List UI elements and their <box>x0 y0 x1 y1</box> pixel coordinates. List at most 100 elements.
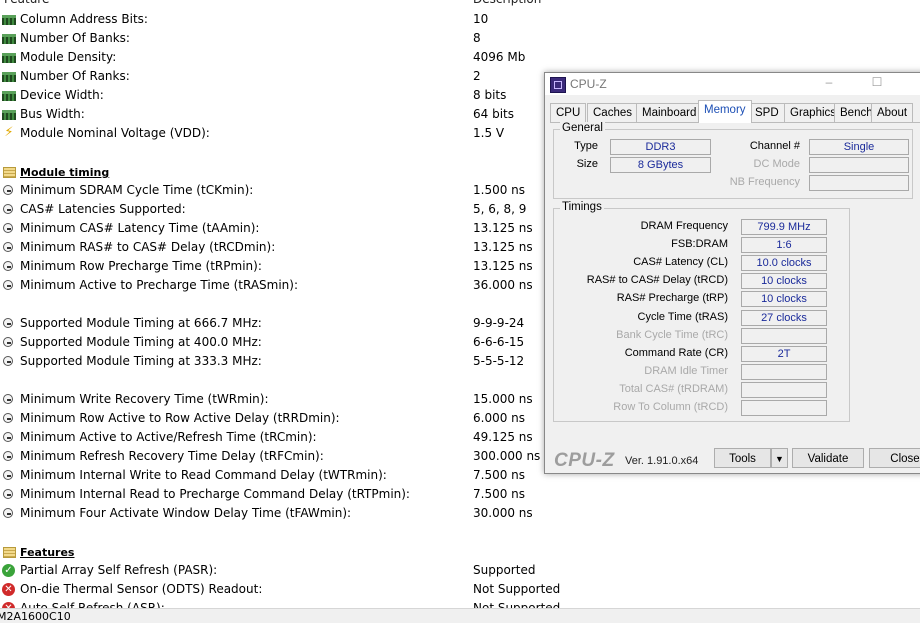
feature-label: Minimum CAS# Latency Time (tAAmin): <box>20 221 260 235</box>
report-row[interactable]: Minimum Row Precharge Time (tRPmin): 13.1… <box>0 257 560 276</box>
feature-label: Column Address Bits: <box>20 12 148 26</box>
report-row[interactable]: Minimum SDRAM Cycle Time (tCKmin): 1.500 … <box>0 181 560 200</box>
tools-button[interactable]: Tools <box>714 448 771 468</box>
tab-cpu[interactable]: CPU <box>550 103 587 122</box>
nb-frequency-field <box>809 175 909 191</box>
report-row[interactable]: Module Density: 4096 Mb <box>0 48 560 67</box>
tab-about[interactable]: About <box>871 103 914 122</box>
section-header[interactable]: Features <box>0 542 560 561</box>
column-header-description[interactable]: Description <box>473 0 541 8</box>
feature-label: Device Width: <box>20 88 104 102</box>
report-row[interactable]: CAS# Latencies Supported: 5, 6, 8, 9 <box>0 200 560 219</box>
report-row[interactable]: Minimum Internal Write to Read Command D… <box>0 466 560 485</box>
feature-value: 5-5-5-12 <box>473 354 525 368</box>
column-header-feature[interactable]: Feature <box>4 0 49 8</box>
feature-label: Minimum Row Active to Row Active Delay (… <box>20 411 340 425</box>
feature-label: Minimum SDRAM Cycle Time (tCKmin): <box>20 183 254 197</box>
minimize-icon[interactable]: – <box>820 75 838 91</box>
report-row[interactable]: ✓ Partial Array Self Refresh (PASR): Suppo… <box>0 561 560 580</box>
report-row[interactable]: Supported Module Timing at 666.7 MHz: 9-9… <box>0 314 560 333</box>
report-row[interactable]: ✕ On-die Thermal Sensor (ODTS) Readout: No… <box>0 580 560 599</box>
feature-value: 7.500 ns <box>473 487 526 501</box>
validate-button[interactable]: Validate <box>792 448 864 468</box>
feature-label: Module Density: <box>20 50 117 64</box>
feature-value: 15.000 ns <box>473 392 533 406</box>
tab-bar: CPU Caches Mainboard Memory SPD Graphics Bench… <box>550 100 920 123</box>
report-row[interactable]: Minimum Four Activate Window Delay Time … <box>0 504 560 523</box>
feature-label: Module Nominal Voltage (VDD): <box>20 126 210 140</box>
maximize-icon[interactable]: ☐ <box>868 75 886 91</box>
feature-label: Number Of Ranks: <box>20 69 130 83</box>
close-icon[interactable]: ✕ <box>915 75 920 91</box>
report-row[interactable]: ⚡ Module Nominal Voltage (VDD): 1.5 V <box>0 124 560 143</box>
timing-label: DRAM Idle Timer <box>644 364 728 377</box>
clock-icon <box>3 223 13 233</box>
report-row[interactable]: Minimum RAS# to CAS# Delay (tRCDmin): 13.… <box>0 238 560 257</box>
report-row[interactable]: Column Address Bits: 10 <box>0 10 560 29</box>
document-icon <box>3 167 16 178</box>
report-row[interactable]: Number Of Ranks: 2 <box>0 67 560 86</box>
feature-label: Supported Module Timing at 666.7 MHz: <box>20 316 262 330</box>
feature-label: Minimum Internal Write to Read Command D… <box>20 468 387 482</box>
feature-label: Supported Module Timing at 333.3 MHz: <box>20 354 262 368</box>
report-row[interactable]: Number Of Banks: 8 <box>0 29 560 48</box>
report-row[interactable]: Device Width: 8 bits <box>0 86 560 105</box>
tools-dropdown-chevron-icon[interactable]: ▼ <box>771 448 788 468</box>
feature-value: 64 bits <box>473 107 514 121</box>
feature-value: 8 bits <box>473 88 507 102</box>
close-button[interactable]: Close <box>869 448 920 468</box>
feature-value: 6-6-6-15 <box>473 335 525 349</box>
report-row[interactable]: Supported Module Timing at 333.3 MHz: 5-5… <box>0 352 560 371</box>
timing-label: Cycle Time (tRAS) <box>637 310 728 323</box>
feature-value: 2 <box>473 69 481 83</box>
clock-icon <box>3 470 13 480</box>
ram-module-icon <box>2 72 16 82</box>
report-row[interactable]: Minimum Active to Active/Refresh Time (t… <box>0 428 560 447</box>
tab-spd[interactable]: SPD <box>749 103 785 122</box>
window-title: CPU-Z <box>570 77 607 91</box>
clock-icon <box>3 451 13 461</box>
report-row[interactable]: Bus Width: 64 bits <box>0 105 560 124</box>
timing-value-field: 799.9 MHz <box>741 219 827 235</box>
tab-memory[interactable]: Memory <box>698 100 752 123</box>
tab-mainboard[interactable]: Mainboard <box>636 103 703 122</box>
clock-icon <box>3 337 13 347</box>
report-row[interactable]: Minimum Row Active to Row Active Delay (… <box>0 409 560 428</box>
report-row[interactable]: Minimum Active to Precharge Time (tRASmi… <box>0 276 560 295</box>
section-header[interactable]: Module timing <box>0 162 560 181</box>
cross-icon: ✕ <box>2 583 15 596</box>
feature-value: 49.125 ns <box>473 430 533 444</box>
report-row[interactable]: Minimum Internal Read to Precharge Comma… <box>0 485 560 504</box>
feature-label: Minimum Active to Active/Refresh Time (t… <box>20 430 317 444</box>
report-row[interactable]: Minimum Write Recovery Time (tWRmin): 15.… <box>0 390 560 409</box>
timing-label: Total CAS# (tRDRAM) <box>619 382 728 395</box>
feature-label: Partial Array Self Refresh (PASR): <box>20 563 218 577</box>
channel-label: Channel # <box>749 140 800 152</box>
nb-frequency-label: NB Frequency <box>729 176 800 188</box>
clock-icon <box>3 508 13 518</box>
size-field: 8 GBytes <box>610 157 711 173</box>
check-icon: ✓ <box>2 564 15 577</box>
timings-group: Timings DRAM Frequency 799.9 MHz FSB:DRAM 1… <box>553 201 850 422</box>
timing-value-field <box>741 400 827 416</box>
feature-value: 13.125 ns <box>473 259 533 273</box>
cpuz-brand: CPU-Z <box>554 450 615 471</box>
report-row[interactable]: Minimum Refresh Recovery Time Delay (tRF… <box>0 447 560 466</box>
report-row[interactable]: Supported Module Timing at 400.0 MHz: 6-6… <box>0 333 560 352</box>
feature-label: Minimum Row Precharge Time (tRPmin): <box>20 259 262 273</box>
title-bar[interactable]: CPU-Z – ☐ ✕ <box>545 73 920 95</box>
timing-value-field: 1:6 <box>741 237 827 254</box>
report-row[interactable]: Minimum CAS# Latency Time (tAAmin): 13.12… <box>0 219 560 238</box>
clock-icon <box>3 413 13 423</box>
timing-label: Row To Column (tRCD) <box>613 401 728 413</box>
timings-group-title: Timings <box>560 201 604 213</box>
timing-value-field: 27 clocks <box>741 309 827 326</box>
feature-value: 1.5 V <box>473 126 505 140</box>
cpuz-window[interactable]: CPU-Z – ☐ ✕ CPUCachesMainboardMemorySPDG… <box>544 72 920 474</box>
tab-caches[interactable]: Caches <box>587 103 638 122</box>
version-label: Ver. 1.91.0.x64 <box>625 455 699 467</box>
ram-module-icon <box>2 53 16 63</box>
type-field: DDR3 <box>610 139 711 155</box>
timing-value-field: 10 clocks <box>741 273 827 290</box>
feature-value: 300.000 ns <box>473 449 541 463</box>
